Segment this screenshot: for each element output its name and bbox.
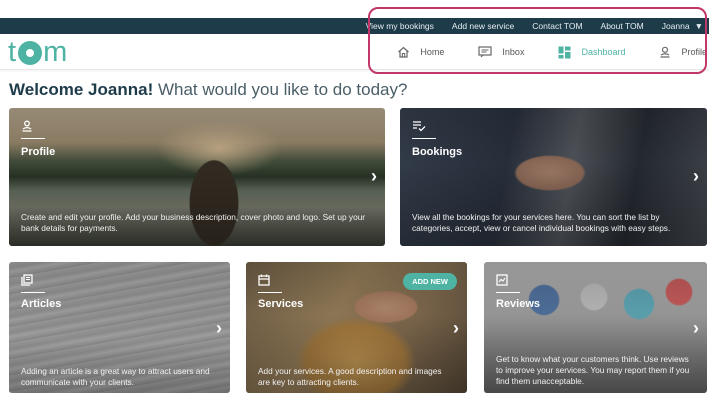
divider	[412, 138, 436, 139]
services-card[interactable]: ADD NEW Services › Add your services. A …	[246, 262, 467, 393]
list-check-icon	[413, 121, 426, 132]
card-description: Get to know what your customers think. U…	[496, 354, 690, 386]
divider	[258, 292, 282, 293]
nav-inbox-label: Inbox	[502, 47, 525, 57]
dashboard-icon	[558, 46, 571, 58]
chevron-right-icon[interactable]: ›	[453, 318, 459, 339]
nav-profile[interactable]: Profile	[659, 46, 707, 58]
card-description: Create and edit your profile. Add your b…	[21, 212, 366, 233]
logo-o-icon	[18, 41, 43, 65]
welcome-question: What would you like to do today?	[153, 80, 408, 99]
nav-inbox[interactable]: Inbox	[478, 46, 524, 58]
reviews-card[interactable]: Reviews › Get to know what your customer…	[484, 262, 707, 393]
about-tom-link[interactable]: About TOM	[592, 21, 653, 31]
contact-tom-link[interactable]: Contact TOM	[523, 21, 591, 31]
view-my-bookings-link[interactable]: View my bookings	[357, 21, 443, 31]
articles-icon	[21, 274, 33, 286]
calendar-icon	[258, 274, 270, 286]
articles-card[interactable]: Articles › Adding an article is a great …	[9, 262, 230, 393]
chevron-right-icon[interactable]: ›	[693, 166, 699, 187]
user-icon	[22, 120, 32, 132]
chevron-right-icon[interactable]: ›	[693, 318, 699, 339]
card-title: Articles	[21, 298, 62, 310]
card-title: Bookings	[412, 146, 463, 158]
nav-profile-label: Profile	[681, 47, 707, 57]
chevron-down-icon: ▼	[694, 21, 703, 31]
home-icon	[398, 46, 410, 58]
nav-home[interactable]: Home	[397, 46, 444, 58]
logo-letter-m: m	[43, 36, 69, 68]
card-description: Adding an article is a great way to attr…	[21, 366, 210, 387]
user-name: Joanna	[661, 21, 690, 31]
card-description: View all the bookings for your services …	[412, 212, 671, 233]
top-utility-bar: View my bookings Add new service Contact…	[0, 18, 709, 34]
chevron-right-icon[interactable]: ›	[216, 318, 222, 339]
message-icon	[478, 46, 493, 58]
card-description: Add your services. A good description an…	[258, 366, 442, 387]
chevron-right-icon[interactable]: ›	[371, 166, 377, 187]
user-icon	[660, 46, 670, 58]
card-title: Services	[258, 298, 304, 310]
nav-home-label: Home	[420, 47, 445, 57]
logo-letter-t: t	[8, 36, 18, 68]
review-icon	[496, 274, 508, 286]
add-new-service-button[interactable]: ADD NEW	[403, 273, 457, 290]
welcome-name: Welcome Joanna!	[9, 80, 154, 99]
divider	[496, 292, 520, 293]
profile-card[interactable]: Profile › Create and edit your profile. …	[9, 108, 385, 246]
utility-links: View my bookings Add new service Contact…	[357, 18, 703, 34]
nav-dashboard[interactable]: Dashboard	[558, 46, 625, 59]
card-title: Profile	[21, 146, 56, 158]
nav-dashboard-label: Dashboard	[581, 47, 626, 57]
user-menu[interactable]: Joanna ▼	[653, 21, 703, 31]
welcome-heading: Welcome Joanna! What would you like to d…	[9, 80, 407, 100]
bookings-card[interactable]: Bookings › View all the bookings for you…	[400, 108, 707, 246]
main-header: tm Home Inbox Dashboard Profile	[0, 34, 709, 70]
add-new-service-link[interactable]: Add new service	[443, 21, 523, 31]
tom-logo[interactable]: tm	[8, 37, 68, 67]
main-nav: Home Inbox Dashboard Profile	[363, 34, 707, 70]
divider	[21, 138, 45, 139]
divider	[21, 292, 45, 293]
card-title: Reviews	[496, 298, 541, 310]
